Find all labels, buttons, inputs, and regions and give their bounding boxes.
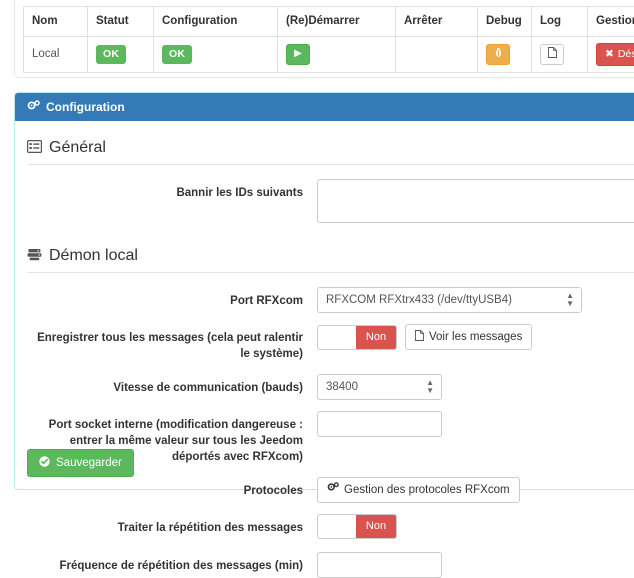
- form-row-protocoles: Protocoles Gestion des protocoles RFXcom: [27, 477, 634, 503]
- form-row-bannir-ids: Bannir les IDs suivants: [27, 179, 634, 226]
- toggle-state-label: Non: [356, 326, 396, 349]
- cell-log: [532, 37, 588, 73]
- save-button[interactable]: Sauvegarder: [27, 449, 134, 478]
- cell-configuration: OK: [154, 37, 278, 73]
- port-rfxcom-select[interactable]: RFXCOM RFXtrx433 (/dev/ttyUSB4): [317, 287, 582, 313]
- form-row-repetition: Traiter la répétition des messages Non: [27, 514, 634, 541]
- column-header-statut: Statut: [88, 7, 154, 37]
- vitesse-label: Vitesse de communication (bauds): [27, 374, 317, 396]
- gestion-protocoles-label: Gestion des protocoles RFXcom: [344, 484, 510, 496]
- vitesse-select[interactable]: 38400: [317, 374, 442, 400]
- frequence-input[interactable]: [317, 552, 442, 578]
- bannir-ids-label: Bannir les IDs suivants: [27, 179, 317, 201]
- form-row-vitesse: Vitesse de communication (bauds) 38400 ▲…: [27, 374, 634, 400]
- gears-icon: [327, 482, 339, 497]
- play-icon: ▶: [294, 49, 302, 59]
- disable-auto-management-button[interactable]: ✖ Désactiver: [596, 43, 634, 66]
- form-row-port-rfxcom: Port RFXcom RFXCOM RFXtrx433 (/dev/ttyUS…: [27, 287, 634, 313]
- enregistrer-messages-toggle[interactable]: Non: [317, 325, 397, 350]
- section-legend-demon-local: Démon local: [27, 243, 634, 273]
- cell-redemarrer: ▶: [278, 37, 396, 73]
- daemon-status-panel: Nom Statut Configuration (Re)Démarrer Ar…: [14, 0, 634, 78]
- cell-statut: OK: [88, 37, 154, 73]
- voir-les-messages-label: Voir les messages: [429, 331, 522, 343]
- cell-gestion-automatique: ✖ Désactiver: [588, 37, 634, 73]
- configuration-panel-title: Configuration: [46, 100, 125, 114]
- column-header-nom: Nom: [24, 7, 88, 37]
- voir-les-messages-button[interactable]: Voir les messages: [405, 324, 532, 350]
- toggle-state-label: Non: [356, 515, 396, 538]
- table-row: Local OK OK ▶: [24, 37, 634, 73]
- bannir-ids-textarea[interactable]: [317, 179, 634, 223]
- protocoles-label: Protocoles: [27, 477, 317, 499]
- toggle-off-half: [318, 326, 356, 349]
- column-header-configuration: Configuration: [154, 7, 278, 37]
- bug-icon: [494, 47, 503, 61]
- toggle-off-half: [318, 515, 356, 538]
- file-icon: [548, 47, 557, 61]
- save-button-label: Sauvegarder: [56, 457, 122, 469]
- configuration-badge: OK: [162, 45, 192, 64]
- column-header-log: Log: [532, 7, 588, 37]
- gestion-protocoles-button[interactable]: Gestion des protocoles RFXcom: [317, 477, 520, 503]
- column-header-redemarrer: (Re)Démarrer: [278, 7, 396, 37]
- table-header-row: Nom Statut Configuration (Re)Démarrer Ar…: [24, 7, 634, 37]
- status-badge: OK: [96, 45, 126, 64]
- server-icon: [27, 248, 42, 265]
- times-icon: ✖: [605, 49, 614, 60]
- form-row-enregistrer-messages: Enregistrer tous les messages (cela peut…: [27, 324, 634, 363]
- list-alt-icon: [27, 140, 42, 157]
- repetition-label: Traiter la répétition des messages: [27, 514, 317, 536]
- configuration-panel-body: Général Bannir les IDs suivants Démon lo…: [15, 121, 634, 489]
- cell-nom: Local: [24, 37, 88, 73]
- form-row-frequence: Fréquence de répétition des messages (mi…: [27, 552, 634, 578]
- enregistrer-messages-label: Enregistrer tous les messages (cela peut…: [27, 324, 317, 363]
- section-legend-demon-local-label: Démon local: [49, 247, 138, 265]
- configuration-panel-heading: Configuration: [15, 93, 634, 121]
- port-socket-input[interactable]: [317, 411, 442, 437]
- log-button[interactable]: [540, 44, 564, 65]
- cell-debug: [478, 37, 532, 73]
- column-header-arreter: Arrêter: [396, 7, 478, 37]
- repetition-toggle[interactable]: Non: [317, 514, 397, 539]
- frequence-label: Fréquence de répétition des messages (mi…: [27, 552, 317, 574]
- check-circle-icon: [39, 456, 50, 471]
- daemon-status-table: Nom Statut Configuration (Re)Démarrer Ar…: [23, 6, 634, 73]
- restart-daemon-button[interactable]: ▶: [286, 44, 310, 65]
- column-header-debug: Debug: [478, 7, 532, 37]
- disable-auto-management-label: Désactiver: [618, 49, 634, 60]
- gears-icon: [27, 100, 40, 114]
- debug-button[interactable]: [486, 44, 510, 65]
- section-legend-general-label: Général: [49, 139, 106, 157]
- cell-arreter: [396, 37, 478, 73]
- file-icon: [415, 330, 424, 345]
- section-legend-general: Général: [27, 135, 634, 165]
- daemon-name-label: Local: [32, 48, 60, 60]
- port-rfxcom-label: Port RFXcom: [27, 287, 317, 309]
- column-header-gestion-automatique: Gestion automatique: [588, 7, 634, 37]
- configuration-panel: Configuration Général Bannir les IDs sui…: [14, 92, 634, 490]
